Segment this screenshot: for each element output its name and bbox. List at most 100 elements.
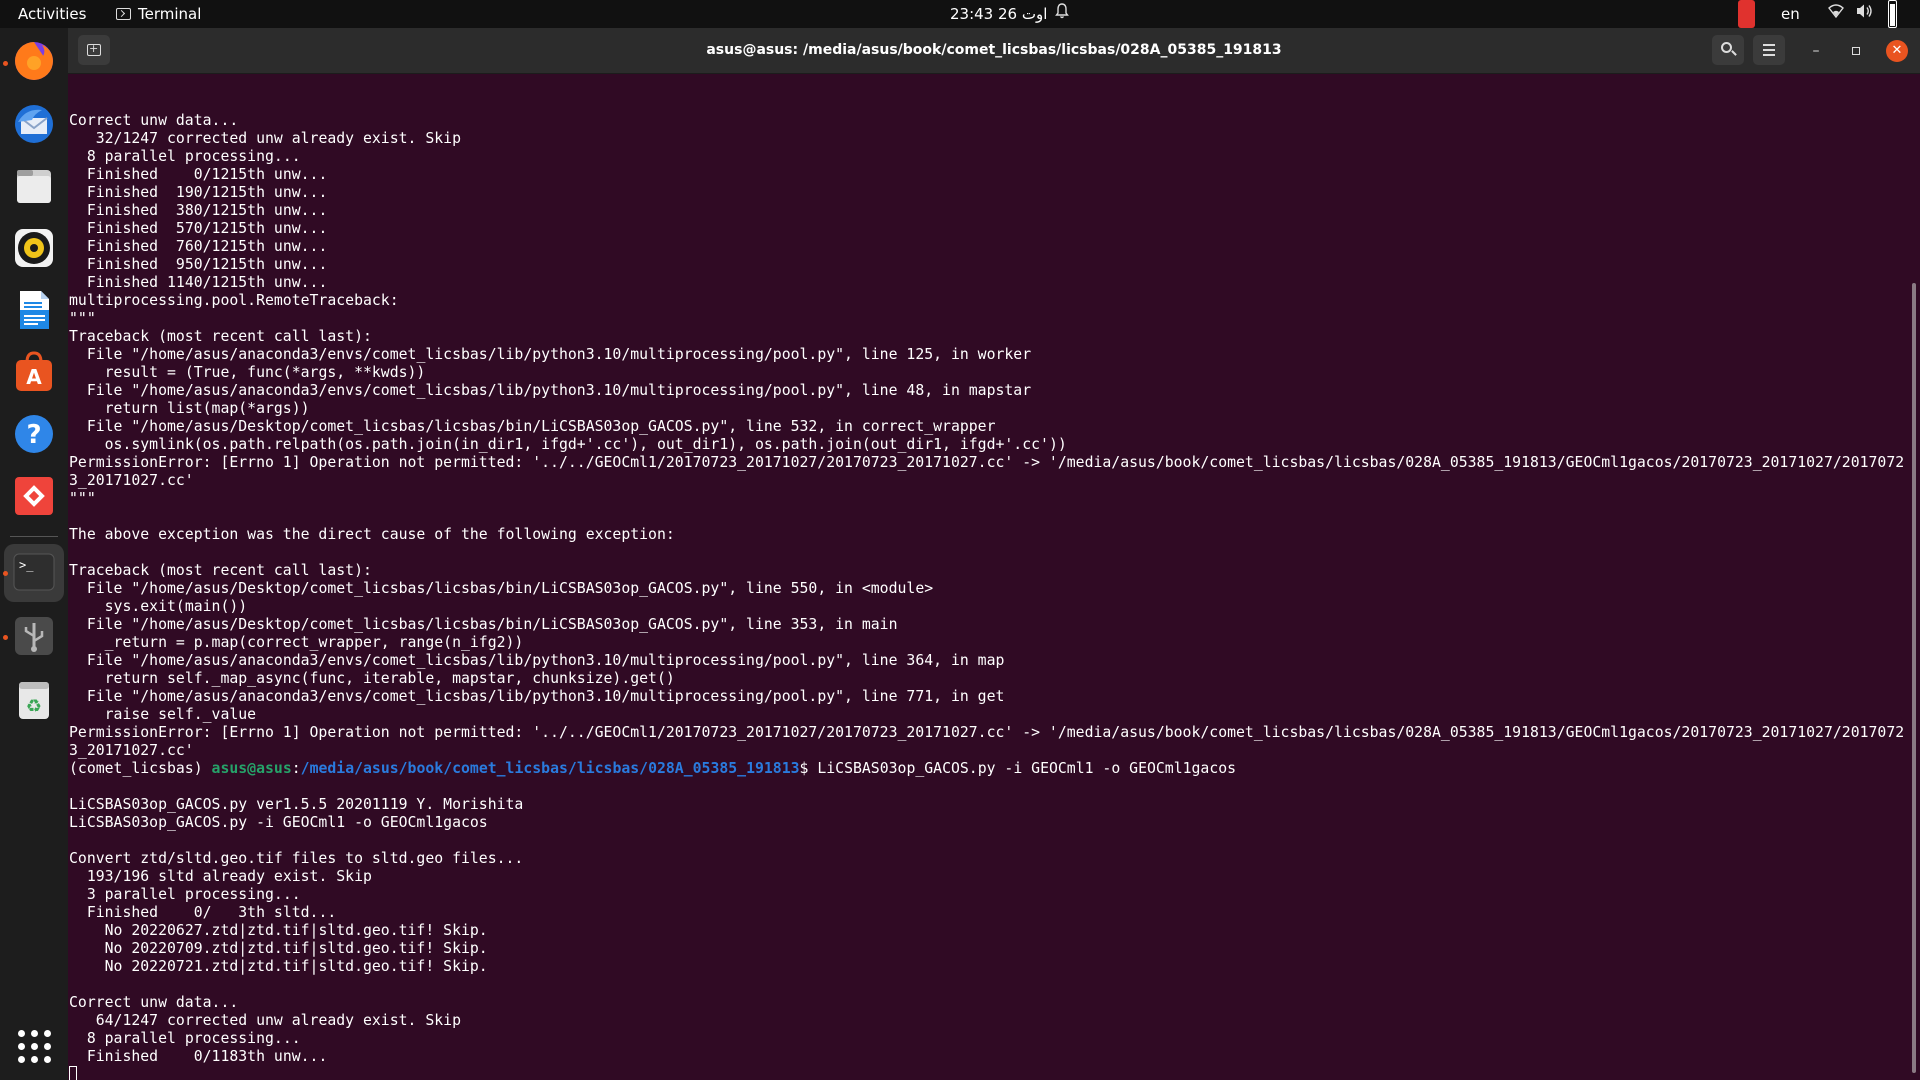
window-title: asus@asus: /media/asus/book/comet_licsba… <box>706 42 1282 58</box>
thunderbird-icon[interactable] <box>12 102 56 146</box>
svg-text:>_: >_ <box>19 558 34 572</box>
anydesk-icon[interactable] <box>12 474 56 518</box>
terminal-line: _return = p.map(correct_wrapper, range(n… <box>69 634 524 651</box>
terminal-line: File "/home/asus/Desktop/comet_licsbas/l… <box>69 616 898 633</box>
maximize-button[interactable] <box>1845 40 1867 62</box>
anydesk-tray-icon[interactable] <box>1738 0 1755 28</box>
app-menu-label: Terminal <box>138 5 202 23</box>
hamburger-icon <box>1763 44 1775 46</box>
terminal-line: sys.exit(main()) <box>69 598 248 615</box>
terminal-line: Traceback (most recent call last): <box>69 328 372 345</box>
terminal-line: Finished 760/1215th unw... <box>69 238 328 255</box>
terminal-line: raise self._value <box>69 706 257 723</box>
files-icon[interactable] <box>12 164 56 208</box>
terminal-line: multiprocessing.pool.RemoteTraceback: <box>69 292 399 309</box>
terminal-line: """ <box>69 490 96 507</box>
terminal-small-icon <box>116 8 131 20</box>
terminal-line: No 20220721.ztd|ztd.tif|sltd.geo.tif! Sk… <box>69 958 488 975</box>
terminal-line: Convert ztd/sltd.geo.tif files to sltd.g… <box>69 850 524 867</box>
terminal-line: Finished 190/1215th unw... <box>69 184 328 201</box>
terminal-line: File "/home/asus/anaconda3/envs/comet_li… <box>69 652 1005 669</box>
terminal-line: File "/home/asus/anaconda3/envs/comet_li… <box>69 688 1005 705</box>
prompt-path: /media/asus/book/comet_licsbas/licsbas/0… <box>300 760 800 777</box>
terminal-line: return self._map_async(func, iterable, m… <box>69 670 675 687</box>
terminal-line: Finished 570/1215th unw... <box>69 220 328 237</box>
running-indicator <box>3 635 8 640</box>
terminal-line: File "/home/asus/anaconda3/envs/comet_li… <box>69 382 1032 399</box>
language-indicator[interactable]: en <box>1781 0 1800 28</box>
volume-icon[interactable] <box>1856 0 1874 28</box>
clock[interactable]: 23:43 اوت 26 <box>950 0 1047 28</box>
conda-env: (comet_licsbas) <box>69 760 212 777</box>
terminal-line: """ <box>69 310 96 327</box>
prompt-user-host: asus@asus <box>211 760 292 777</box>
terminal-line: File "/home/asus/anaconda3/envs/comet_li… <box>69 346 1032 363</box>
trash-icon[interactable]: ♻ <box>12 678 56 722</box>
terminal-line: 32/1247 corrected unw already exist. Ski… <box>69 130 461 147</box>
terminal-line: File "/home/asus/Desktop/comet_licsbas/l… <box>69 418 996 435</box>
libreoffice-writer-icon[interactable] <box>12 288 56 332</box>
maximize-icon <box>1852 47 1860 55</box>
show-applications-icon[interactable] <box>18 1030 52 1064</box>
running-indicator <box>3 571 8 576</box>
help-icon[interactable]: ? <box>12 412 56 456</box>
terminal-line: Finished 0/ 3th sltd... <box>69 904 337 921</box>
network-icon[interactable] <box>1828 0 1844 28</box>
usb-drive-icon[interactable] <box>12 614 56 658</box>
shell-prompt-line: (comet_licsbas) asus@asus:/media/asus/bo… <box>69 760 1237 777</box>
minimize-button[interactable]: – <box>1805 40 1827 62</box>
terminal-line: 8 parallel processing... <box>69 1030 301 1047</box>
terminal-line: os.symlink(os.path.relpath(os.path.join(… <box>69 436 1067 453</box>
terminal-line: 193/196 sltd already exist. Skip <box>69 868 372 885</box>
battery-icon[interactable] <box>1888 0 1897 28</box>
terminal-line: 64/1247 corrected unw already exist. Ski… <box>69 1012 461 1029</box>
output-after-prompt: LiCSBAS03op_GACOS.py ver1.5.5 20201119 Y… <box>69 778 1907 1066</box>
terminal-line: No 20220627.ztd|ztd.tif|sltd.geo.tif! Sk… <box>69 922 488 939</box>
terminal-line: result = (True, func(*args, **kwds)) <box>69 364 426 381</box>
dock: A ? >_ ♻ <box>0 28 68 1080</box>
terminal-output: Correct unw data... 32/1247 corrected un… <box>69 94 1907 1080</box>
app-menu-terminal[interactable]: Terminal <box>116 0 201 28</box>
terminal-icon[interactable]: >_ <box>12 550 56 594</box>
bell-icon[interactable] <box>1055 0 1069 28</box>
scrollbar[interactable] <box>1912 283 1916 1073</box>
svg-text:?: ? <box>26 420 41 450</box>
menu-button[interactable] <box>1753 35 1785 65</box>
terminal-view[interactable]: Correct unw data... 32/1247 corrected un… <box>68 74 1920 1080</box>
terminal-line: Finished 380/1215th unw... <box>69 202 328 219</box>
close-button[interactable]: ✕ <box>1886 40 1908 62</box>
terminal-line: 3 parallel processing... <box>69 886 301 903</box>
terminal-line: PermissionError: [Errno 1] Operation not… <box>69 454 1905 489</box>
terminal-line: File "/home/asus/Desktop/comet_licsbas/l… <box>69 580 934 597</box>
terminal-line: Finished 950/1215th unw... <box>69 256 328 273</box>
activities-button[interactable]: Activities <box>18 0 86 28</box>
output-before-prompt: Correct unw data... 32/1247 corrected un… <box>69 94 1907 760</box>
prompt-command: LiCSBAS03op_GACOS.py -i GEOCml1 -o GEOCm… <box>817 760 1237 777</box>
terminal-line: Finished 1140/1215th unw... <box>69 274 328 291</box>
window-header: + asus@asus: /media/asus/book/comet_lics… <box>68 28 1920 74</box>
svg-text:♻: ♻ <box>26 696 42 717</box>
terminal-line: Correct unw data... <box>69 994 239 1011</box>
search-button[interactable] <box>1712 35 1744 65</box>
rhythmbox-icon[interactable] <box>12 226 56 270</box>
ubuntu-software-icon[interactable]: A <box>12 350 56 394</box>
cursor-line <box>69 1066 1907 1080</box>
terminal-line: No 20220709.ztd|ztd.tif|sltd.geo.tif! Sk… <box>69 940 488 957</box>
firefox-icon[interactable] <box>12 39 56 83</box>
svg-text:A: A <box>26 365 42 389</box>
terminal-line: The above exception was the direct cause… <box>69 526 675 543</box>
terminal-line: Finished 0/1183th unw... <box>69 1048 328 1065</box>
terminal-line: 8 parallel processing... <box>69 148 301 165</box>
terminal-line: LiCSBAS03op_GACOS.py ver1.5.5 20201119 Y… <box>69 796 524 813</box>
terminal-line: LiCSBAS03op_GACOS.py -i GEOCml1 -o GEOCm… <box>69 814 488 831</box>
terminal-line: Finished 0/1215th unw... <box>69 166 328 183</box>
terminal-line: Correct unw data... <box>69 112 239 129</box>
terminal-line: return list(map(*args)) <box>69 400 310 417</box>
top-bar: Activities Terminal 23:43 اوت 26 en <box>0 0 1920 28</box>
terminal-line: PermissionError: [Errno 1] Operation not… <box>69 724 1905 759</box>
text-cursor <box>69 1066 77 1080</box>
